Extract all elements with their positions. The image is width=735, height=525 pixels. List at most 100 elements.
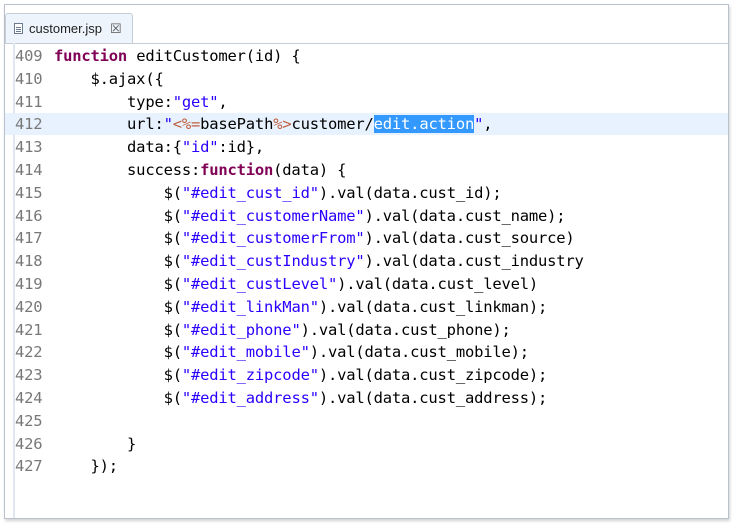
string-token: "id": [181, 138, 219, 157]
code-line[interactable]: 421 $("#edit_phone").val(data.cust_phone…: [5, 319, 728, 341]
code-token: ).val(data.cust_level): [337, 275, 539, 293]
code-token: ).val(data.cust_address);: [318, 389, 548, 407]
code-token: ,: [218, 92, 228, 111]
editor-window: customer.jsp ☒ 409 function editCustomer(…: [4, 4, 729, 519]
code-text[interactable]: $("#edit_customerFrom").val(data.cust_so…: [54, 229, 575, 247]
code-line[interactable]: 426 }: [5, 433, 728, 455]
code-token: $(: [54, 252, 182, 271]
editor-tab-bar: customer.jsp ☒: [5, 5, 728, 44]
code-text[interactable]: $("#edit_cust_id").val(data.cust_id);: [54, 183, 502, 202]
file-tab-label: customer.jsp: [29, 21, 102, 36]
code-line[interactable]: 420 $("#edit_linkMan").val(data.cust_lin…: [5, 296, 728, 318]
code-token: $(: [54, 389, 182, 407]
string-token: "#edit_customerName": [181, 206, 365, 225]
close-tab-icon[interactable]: ☒: [110, 21, 122, 37]
code-line[interactable]: 418 $("#edit_custIndustry").val(data.cus…: [5, 250, 728, 272]
code-token: ).val(data.cust_phone);: [300, 320, 511, 339]
line-number: 427: [15, 457, 43, 476]
code-token: }: [54, 434, 137, 453]
file-tab[interactable]: customer.jsp ☒: [5, 13, 133, 43]
jsp-file-icon: [14, 23, 23, 34]
code-text[interactable]: function editCustomer(id) {: [54, 47, 301, 65]
code-text[interactable]: $("#edit_linkMan").val(data.cust_linkman…: [54, 297, 548, 316]
code-line[interactable]: 425: [5, 410, 728, 432]
jsp-tag-token: %>: [273, 115, 292, 134]
code-text[interactable]: $("#edit_zipcode").val(data.cust_zipcode…: [54, 366, 548, 385]
line-number: 416: [15, 206, 43, 225]
code-line[interactable]: 415 $("#edit_cust_id").val(data.cust_id)…: [5, 182, 728, 204]
code-line[interactable]: 411 type:"get",: [5, 91, 728, 113]
code-token: $.ajax({: [54, 69, 164, 88]
code-text[interactable]: $("#edit_address").val(data.cust_address…: [54, 389, 548, 407]
line-number: 421: [15, 320, 43, 339]
jsp-tag-token: <%=: [172, 115, 201, 134]
line-number: 422: [15, 343, 43, 362]
line-number: 419: [15, 275, 43, 293]
code-token: $(: [54, 275, 182, 293]
code-token: ).val(data.cust_name);: [364, 206, 566, 225]
code-token: $(: [54, 229, 182, 248]
code-token: ).val(data.cust_industry: [364, 252, 584, 271]
code-token: success:: [54, 161, 201, 179]
code-text[interactable]: $("#edit_custLevel").val(data.cust_level…: [54, 275, 539, 293]
code-token: ).val(data.cust_id);: [318, 183, 502, 202]
code-line[interactable]: 412 url:"<%=basePath%>customer/edit.acti…: [5, 113, 728, 136]
string-token: "#edit_cust_id": [181, 183, 319, 202]
code-token: $(: [54, 206, 182, 225]
code-text[interactable]: $("#edit_custIndustry").val(data.cust_in…: [54, 252, 584, 270]
keyword-token: function: [200, 161, 274, 179]
line-number: 426: [15, 434, 43, 453]
code-token: editCustomer(id) {: [127, 47, 301, 65]
code-text[interactable]: });: [54, 457, 119, 475]
code-text[interactable]: type:"get",: [54, 93, 228, 111]
code-text[interactable]: data:{"id":id},: [54, 138, 264, 156]
code-line[interactable]: 424 $("#edit_address").val(data.cust_add…: [5, 387, 728, 409]
code-token: $(: [54, 320, 182, 339]
code-token: basePath: [200, 115, 274, 134]
code-token: data:{: [54, 138, 182, 157]
line-number: 424: [15, 389, 43, 407]
code-token: $(: [54, 343, 182, 362]
code-token: ).val(data.cust_mobile);: [309, 343, 529, 362]
string-token: "#edit_customerFrom": [181, 229, 365, 248]
code-line[interactable]: 423 $("#edit_zipcode").val(data.cust_zip…: [5, 364, 728, 386]
code-line[interactable]: 427 });: [5, 455, 728, 477]
code-token: url:: [54, 115, 164, 134]
string-token: ": [474, 115, 484, 134]
line-number: 409: [15, 47, 43, 65]
code-line[interactable]: 417 $("#edit_customerFrom").val(data.cus…: [5, 227, 728, 249]
line-number: 413: [15, 138, 43, 157]
code-token: ).val(data.cust_zipcode);: [318, 366, 548, 385]
string-token: "#edit_linkMan": [181, 297, 319, 316]
code-text[interactable]: $("#edit_phone").val(data.cust_phone);: [54, 321, 511, 339]
string-token: ": [163, 115, 173, 134]
line-number: 417: [15, 229, 43, 248]
code-text[interactable]: }: [54, 435, 136, 453]
code-text[interactable]: $("#edit_mobile").val(data.cust_mobile);: [54, 343, 530, 362]
line-number: 414: [15, 161, 43, 179]
code-line[interactable]: 413 data:{"id":id},: [5, 136, 728, 158]
line-number: 420: [15, 297, 43, 316]
code-line[interactable]: 414 success:function(data) {: [5, 159, 728, 181]
code-text[interactable]: $.ajax({: [54, 70, 164, 88]
code-line[interactable]: 410 $.ajax({: [5, 68, 728, 90]
code-token: customer/: [291, 115, 374, 134]
code-text[interactable]: url:"<%=basePath%>customer/edit.action",: [54, 115, 493, 134]
line-number: 425: [15, 411, 43, 430]
code-line[interactable]: 422 $("#edit_mobile").val(data.cust_mobi…: [5, 341, 728, 363]
code-line[interactable]: 409 function editCustomer(id) {: [5, 45, 728, 67]
selected-text: edit.action: [373, 115, 475, 134]
string-token: "#edit_phone": [181, 320, 301, 339]
code-token: type:: [54, 92, 173, 111]
code-text[interactable]: success:function(data) {: [54, 161, 346, 179]
line-number: 412: [15, 115, 43, 134]
code-token: $(: [54, 183, 182, 202]
code-token: (data) {: [273, 161, 347, 179]
code-text[interactable]: $("#edit_customerName").val(data.cust_na…: [54, 206, 566, 225]
code-line[interactable]: 419 $("#edit_custLevel").val(data.cust_l…: [5, 273, 728, 295]
code-token: $(: [54, 297, 182, 316]
code-line[interactable]: 416 $("#edit_customerName").val(data.cus…: [5, 205, 728, 227]
code-editor[interactable]: 409 function editCustomer(id) { 410 $.ajax…: [5, 43, 728, 518]
code-token: :id},: [218, 138, 265, 157]
line-number: 418: [15, 252, 43, 271]
